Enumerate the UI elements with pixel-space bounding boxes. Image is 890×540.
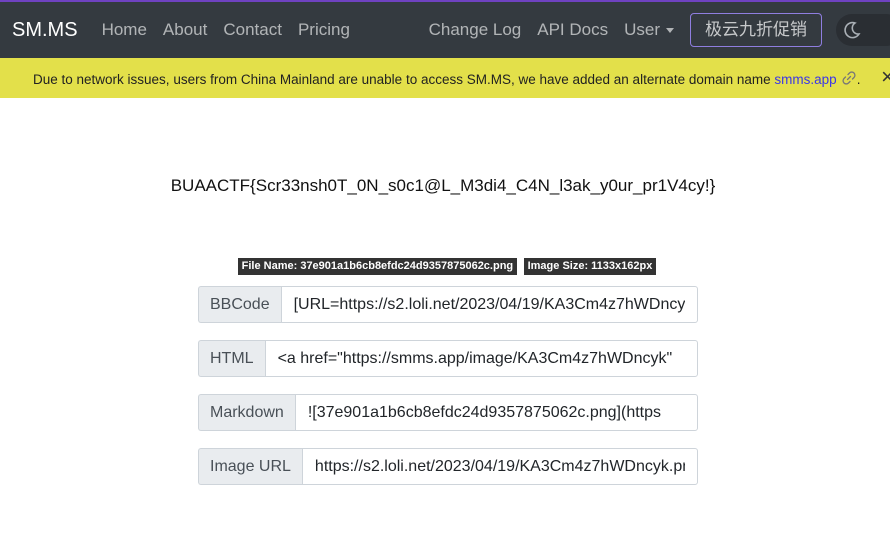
nav-contact[interactable]: Contact [223,20,282,40]
theme-toggle[interactable] [836,14,890,46]
image-url-group: Image URL [198,448,698,485]
network-notice-alert: Due to network issues, users from China … [0,58,890,98]
moon-icon [844,21,861,39]
alert-message: Due to network issues, users from China … [33,70,861,87]
user-label: User [624,20,660,39]
markdown-input[interactable] [294,394,698,431]
nav-right: Change Log API Docs User 极云九折促销 [421,13,890,47]
nav-about[interactable]: About [163,20,207,40]
image-info-badges: File Name: 37e901a1b6cb8efdc24d935787506… [0,256,890,275]
bbcode-group: BBCode [198,286,698,323]
html-label: HTML [198,340,265,377]
nav-left: Home About Contact Pricing [94,20,358,40]
bbcode-input[interactable] [280,286,698,323]
nav-home[interactable]: Home [102,20,147,40]
nav-pricing[interactable]: Pricing [298,20,350,40]
nav-user-dropdown[interactable]: User [624,20,674,40]
chevron-down-icon [666,28,674,34]
markdown-group: Markdown [198,394,698,431]
image-url-label: Image URL [198,448,302,485]
html-input[interactable] [264,340,698,377]
nav-change-log[interactable]: Change Log [429,20,522,40]
link-icon [842,70,856,85]
image-preview-text: BUAACTF{Scr33nsh0T_0N_s0c1@L_M3di4_C4N_l… [170,176,716,195]
nav-api-docs[interactable]: API Docs [537,20,608,40]
navbar: SM.MS Home About Contact Pricing Change … [0,2,890,58]
alternate-domain-link[interactable]: smms.app [774,72,836,87]
image-size-badge: Image Size: 1133x162px [523,258,657,275]
close-alert-icon[interactable]: × [881,66,890,88]
file-name-badge: File Name: 37e901a1b6cb8efdc24d935787506… [237,258,518,275]
bbcode-label: BBCode [198,286,281,323]
brand-logo[interactable]: SM.MS [12,19,78,42]
html-group: HTML [198,340,698,377]
markdown-label: Markdown [198,394,295,431]
image-url-input[interactable] [301,448,698,485]
promo-button[interactable]: 极云九折促销 [690,13,822,47]
